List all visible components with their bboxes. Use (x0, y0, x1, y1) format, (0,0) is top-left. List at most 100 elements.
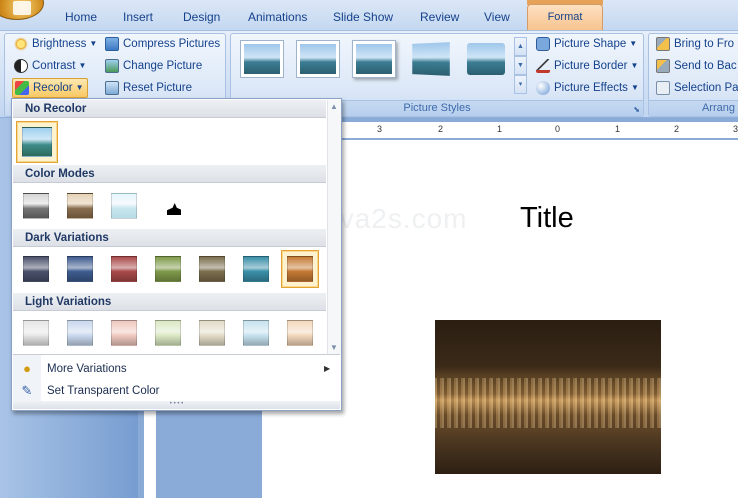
dropdown-arrow-icon: ▼ (89, 39, 98, 48)
selection-pane-icon (656, 81, 670, 95)
recolor-label: Recolor (33, 82, 73, 94)
tab-animations[interactable]: Animations (246, 8, 309, 30)
bring-to-front-icon (656, 37, 670, 51)
recolor-dropdown: No Recolor Color Modes Dark Variations L… (11, 98, 342, 411)
dropdown-arrow-icon: ▼ (630, 83, 639, 92)
bring-to-front-label: Bring to Fro (674, 38, 735, 50)
picture-effects-label: Picture Effects (554, 82, 628, 94)
compress-icon (105, 37, 119, 51)
recolor-gallery-scrollbar[interactable]: ▲ ▼ (327, 100, 341, 354)
dark-variation-swatch-1[interactable] (17, 250, 55, 288)
light-variation-swatch-2[interactable] (61, 314, 99, 352)
bring-to-front-button[interactable]: Bring to Fro (656, 34, 734, 54)
change-picture-button[interactable]: Change Picture (105, 56, 202, 76)
picture-style-thumb[interactable] (408, 40, 452, 78)
light-variation-swatch-1[interactable] (17, 314, 55, 352)
scroll-down-icon[interactable]: ▼ (330, 343, 338, 352)
section-header-dark-variations: Dark Variations (13, 229, 326, 247)
change-picture-label: Change Picture (123, 60, 203, 72)
brightness-label: Brightness (32, 38, 87, 50)
selection-pane-button[interactable]: Selection Pa (656, 78, 738, 98)
tab-slide-show[interactable]: Slide Show (331, 8, 395, 30)
scroll-up-icon[interactable]: ▲ (330, 102, 338, 111)
section-header-light-variations: Light Variations (13, 293, 326, 311)
picture-border-label: Picture Border (554, 60, 628, 72)
recolor-option-none[interactable] (16, 121, 58, 163)
color-mode-grayscale[interactable] (17, 187, 55, 225)
color-mode-washout[interactable] (105, 187, 143, 225)
tab-design[interactable]: Design (181, 8, 222, 30)
set-transparent-color-label: Set Transparent Color (47, 385, 160, 397)
gallery-more-icon[interactable]: ▾ (514, 75, 527, 94)
picture-shape-icon (536, 37, 550, 51)
picture-style-thumb[interactable] (240, 40, 284, 78)
ruler-label: 3 (733, 124, 738, 134)
brightness-button[interactable]: Brightness ▼ (14, 34, 97, 54)
tab-review[interactable]: Review (418, 8, 461, 30)
ruler-label: 2 (438, 124, 444, 134)
picture-shape-label: Picture Shape (554, 38, 627, 50)
ruler-label: 1 (497, 124, 503, 134)
ruler-label: 1 (615, 124, 621, 134)
light-variation-swatch-6[interactable] (237, 314, 275, 352)
dark-variation-swatch-5[interactable] (193, 250, 231, 288)
dropdown-arrow-icon: ▼ (75, 83, 84, 92)
compress-pictures-button[interactable]: Compress Pictures (105, 34, 220, 54)
light-variation-swatch-5[interactable] (193, 314, 231, 352)
contrast-label: Contrast (32, 60, 76, 72)
dark-variation-swatch-3[interactable] (105, 250, 143, 288)
reset-picture-icon (105, 81, 119, 95)
picture-style-thumb[interactable] (352, 40, 396, 78)
pencil-icon (536, 59, 550, 73)
reset-picture-label: Reset Picture (123, 82, 193, 94)
dark-variation-swatch-6[interactable] (237, 250, 275, 288)
slide-picture[interactable] (435, 320, 661, 474)
color-mode-black-and-white[interactable] (149, 187, 187, 225)
dark-variation-swatch-2[interactable] (61, 250, 99, 288)
send-to-back-label: Send to Bac (674, 60, 737, 72)
contrast-button[interactable]: Contrast ▼ (14, 56, 86, 76)
dialog-launcher-icon[interactable]: ⬊ (633, 105, 640, 114)
more-variations-label: More Variations (47, 363, 127, 375)
tab-insert[interactable]: Insert (121, 8, 155, 30)
slide-title-placeholder[interactable]: Title (520, 202, 574, 235)
recolor-icon (15, 81, 29, 95)
light-variation-swatch-4[interactable] (149, 314, 187, 352)
change-picture-icon (105, 59, 119, 73)
tab-view[interactable]: View (482, 8, 512, 30)
section-header-color-modes: Color Modes (13, 165, 326, 183)
ruler-label: 2 (674, 124, 680, 134)
light-variation-swatch-7[interactable] (281, 314, 319, 352)
picture-style-thumb[interactable] (464, 40, 508, 78)
light-variation-swatch-3[interactable] (105, 314, 143, 352)
gallery-scroll-down-icon[interactable]: ▼ (514, 56, 527, 75)
send-to-back-icon (656, 59, 670, 73)
set-transparent-color-menu-item[interactable]: ✎ Set Transparent Color (13, 380, 340, 402)
recolor-button[interactable]: Recolor ▼ (12, 78, 88, 98)
picture-border-button[interactable]: Picture Border ▼ (536, 56, 638, 76)
picture-style-thumb[interactable] (296, 40, 340, 78)
brightness-icon (14, 37, 28, 51)
picture-shape-button[interactable]: Picture Shape ▼ (536, 34, 637, 54)
eyedropper-icon: ✎ (21, 383, 33, 398)
menu-divider (13, 354, 340, 355)
reset-picture-button[interactable]: Reset Picture (105, 78, 192, 98)
dark-variation-swatch-4[interactable] (149, 250, 187, 288)
color-mode-sepia[interactable] (61, 187, 99, 225)
dark-variation-swatch-7[interactable] (281, 250, 319, 288)
submenu-arrow-icon: ▶ (324, 364, 331, 373)
office-logo-icon (13, 1, 31, 15)
gallery-scroll-up-icon[interactable]: ▲ (514, 37, 527, 56)
picture-effects-icon (536, 81, 550, 95)
resize-grip-icon[interactable]: • • • • (13, 401, 340, 409)
more-variations-menu-item[interactable]: ● More Variations ▶ (13, 358, 340, 380)
contrast-icon (14, 59, 28, 73)
picture-effects-button[interactable]: Picture Effects ▼ (536, 78, 639, 98)
palette-icon: ● (23, 361, 31, 376)
horizontal-ruler: 3 2 1 0 1 2 3 (340, 122, 738, 138)
tab-format[interactable]: Format (527, 4, 603, 30)
tab-home[interactable]: Home (63, 8, 99, 30)
ruler-label: 3 (377, 124, 383, 134)
dropdown-arrow-icon: ▼ (629, 39, 638, 48)
send-to-back-button[interactable]: Send to Bac (656, 56, 737, 76)
